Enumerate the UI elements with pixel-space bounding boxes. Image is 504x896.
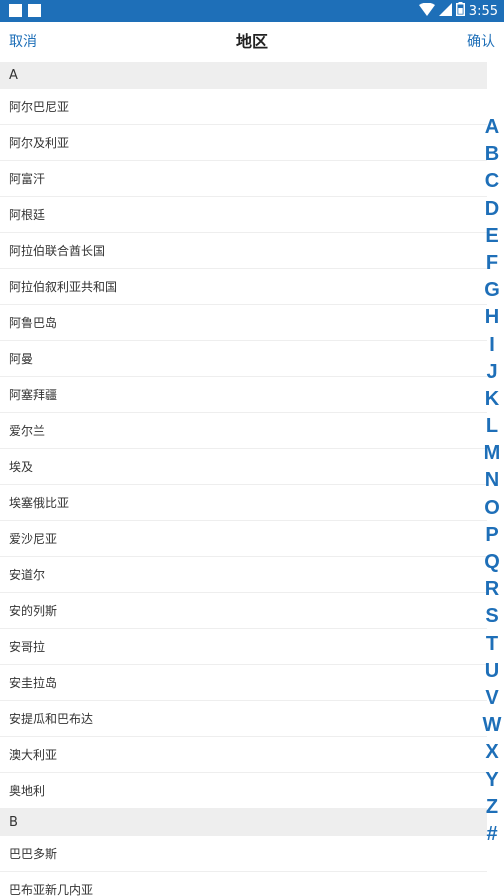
region-list[interactable]: A 阿尔巴尼亚 阿尔及利亚 阿富汗 阿根廷 阿拉伯联合酋长国 阿拉伯叙利亚共和国 阿鲁巴岛 阿曼…	[0, 62, 487, 896]
index-letter-s[interactable]: S	[485, 603, 498, 630]
index-letter-i[interactable]: I	[489, 332, 495, 359]
index-letter-y[interactable]: Y	[485, 767, 498, 794]
list-item[interactable]: 阿尔巴尼亚	[0, 89, 487, 125]
list-item[interactable]: 巴布亚新几内亚	[0, 872, 487, 896]
index-letter-p[interactable]: P	[485, 522, 498, 549]
alphabet-index-bar[interactable]: A B C D E F G H I J K L M N O P Q R S T U V W X Y Z #	[482, 114, 502, 848]
list-item[interactable]: 安提瓜和巴布达	[0, 701, 487, 737]
index-letter-h[interactable]: H	[485, 304, 499, 331]
status-bar: 3:55	[0, 0, 504, 22]
list-item[interactable]: 埃及	[0, 449, 487, 485]
index-letter-l[interactable]: L	[486, 413, 498, 440]
index-letter-q[interactable]: Q	[484, 549, 500, 576]
list-item[interactable]: 奥地利	[0, 773, 487, 809]
list-item[interactable]: 爱尔兰	[0, 413, 487, 449]
notification-square-icon	[28, 4, 41, 17]
index-letter-hash[interactable]: #	[486, 821, 497, 848]
index-letter-g[interactable]: G	[484, 277, 500, 304]
status-icons: 3:55	[418, 2, 498, 20]
list-item[interactable]: 安道尔	[0, 557, 487, 593]
notification-square-icon	[9, 4, 22, 17]
list-item[interactable]: 安哥拉	[0, 629, 487, 665]
index-letter-v[interactable]: V	[485, 685, 498, 712]
list-item[interactable]: 安的列斯	[0, 593, 487, 629]
cancel-button[interactable]: 取消	[9, 22, 37, 62]
list-item[interactable]: 爱沙尼亚	[0, 521, 487, 557]
index-letter-t[interactable]: T	[486, 631, 498, 658]
list-item[interactable]: 埃塞俄比亚	[0, 485, 487, 521]
wifi-icon	[418, 2, 435, 20]
list-item[interactable]: 澳大利亚	[0, 737, 487, 773]
list-item[interactable]: 阿鲁巴岛	[0, 305, 487, 341]
status-time: 3:55	[468, 3, 498, 19]
index-letter-x[interactable]: X	[485, 739, 498, 766]
index-letter-d[interactable]: D	[485, 196, 499, 223]
index-letter-m[interactable]: M	[484, 440, 501, 467]
index-letter-j[interactable]: J	[486, 359, 497, 386]
section-header-b: B	[0, 809, 487, 836]
list-item[interactable]: 安圭拉岛	[0, 665, 487, 701]
list-item[interactable]: 阿尔及利亚	[0, 125, 487, 161]
section-header-a: A	[0, 62, 487, 89]
index-letter-a[interactable]: A	[485, 114, 499, 141]
index-letter-b[interactable]: B	[485, 141, 499, 168]
battery-icon	[455, 2, 465, 20]
index-letter-u[interactable]: U	[485, 658, 499, 685]
list-item[interactable]: 阿塞拜疆	[0, 377, 487, 413]
index-letter-f[interactable]: F	[486, 250, 498, 277]
signal-icon	[438, 2, 452, 20]
list-item[interactable]: 阿拉伯叙利亚共和国	[0, 269, 487, 305]
index-letter-e[interactable]: E	[485, 223, 498, 250]
index-letter-n[interactable]: N	[485, 467, 499, 494]
index-letter-o[interactable]: O	[484, 495, 500, 522]
index-letter-w[interactable]: W	[483, 712, 502, 739]
index-letter-c[interactable]: C	[485, 168, 499, 195]
list-item[interactable]: 阿根廷	[0, 197, 487, 233]
index-letter-z[interactable]: Z	[486, 794, 498, 821]
header-bar: 地区 取消 确认	[0, 22, 504, 62]
confirm-button[interactable]: 确认	[467, 22, 495, 62]
index-letter-k[interactable]: K	[485, 386, 499, 413]
list-item[interactable]: 阿富汗	[0, 161, 487, 197]
page-title: 地区	[235, 32, 268, 51]
list-item[interactable]: 巴巴多斯	[0, 836, 487, 872]
list-item[interactable]: 阿曼	[0, 341, 487, 377]
index-letter-r[interactable]: R	[485, 576, 499, 603]
list-item[interactable]: 阿拉伯联合酋长国	[0, 233, 487, 269]
